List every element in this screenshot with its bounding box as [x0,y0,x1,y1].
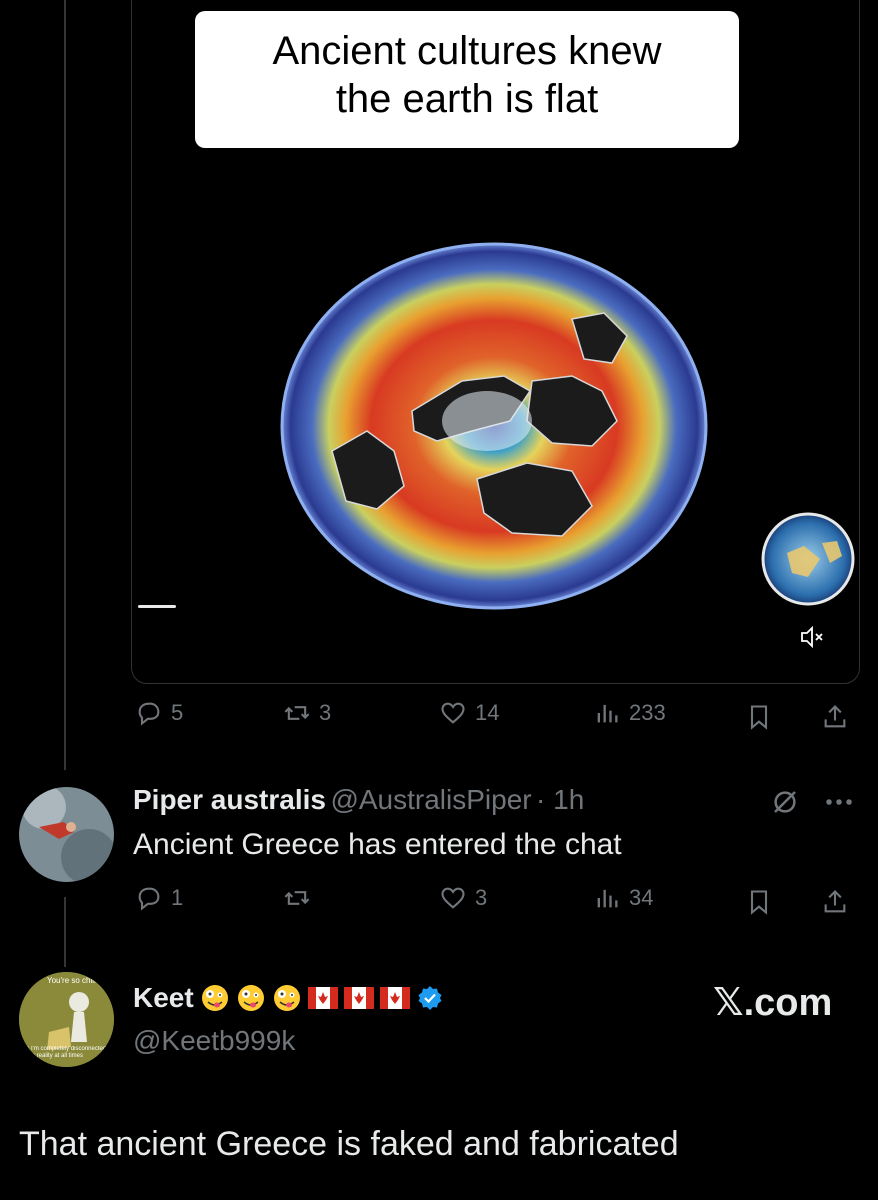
more-options-icon[interactable] [822,797,856,807]
canada-flag-icon [307,987,338,1009]
video-caption: Ancient cultures knew the earth is flat [195,11,739,148]
zany-face-emoji-icon [273,985,300,1011]
grok-icon[interactable] [770,787,800,817]
views-button[interactable]: 34 [593,884,653,912]
reply-button[interactable]: 1 [135,884,183,912]
zany-face-emoji-icon [201,985,228,1011]
reply-count: 5 [171,700,184,725]
canada-flag-icon [343,987,374,1009]
verified-badge-icon [418,986,442,1010]
reply-icon [138,702,160,726]
share-icon[interactable] [821,703,849,731]
reply-text: Ancient Greece has entered the chat [133,828,622,861]
retweet-icon [284,706,310,720]
reply-header: Piper australis @AustralisPiper · 1h [133,784,584,816]
brand-watermark: 𝕏.com [713,982,833,1024]
handle[interactable]: @AustralisPiper [330,784,531,815]
views-count: 34 [629,885,654,910]
like-count: 14 [475,700,500,725]
views-count: 233 [629,700,666,725]
avatar[interactable]: You're so chill as I'm completely discon… [19,972,114,1067]
canada-flag-icon [379,987,410,1009]
retweet-button[interactable]: 3 [283,699,331,727]
like-count: 3 [475,885,488,910]
retweet-button[interactable] [283,884,311,912]
zany-face-emoji-icon [237,985,264,1011]
mute-icon[interactable] [800,626,824,648]
reply-count: 1 [171,885,184,910]
avatar-caption: You're so chill [47,976,96,985]
video-progress-bar[interactable] [138,605,176,608]
heart-icon [441,702,465,724]
reply-text: That ancient Greece is faked and fabrica… [19,1125,679,1163]
views-button[interactable]: 233 [593,699,666,727]
reply-action-bar: 1 3 34 [131,884,858,920]
like-button[interactable]: 14 [439,699,499,727]
share-icon[interactable] [821,888,849,916]
handle[interactable]: @Keetb999k [133,1025,295,1057]
bookmark-icon[interactable] [745,703,773,731]
heart-icon [441,887,465,909]
like-button[interactable]: 3 [439,884,487,912]
retweet-icon [284,891,310,905]
reply-button[interactable]: 5 [135,699,183,727]
avatar[interactable] [19,787,114,882]
views-icon [597,704,618,723]
display-name[interactable]: Keet [133,982,194,1014]
timestamp[interactable]: · 1h [536,784,584,815]
retweet-count: 3 [319,700,332,725]
thread-line-middle [64,897,66,967]
display-name[interactable]: Piper australis [133,784,326,815]
tweet-action-bar: 5 3 14 233 [131,699,858,735]
bookmark-icon[interactable] [745,888,773,916]
reply-header: Keet [133,982,444,1014]
thread-line-top [64,0,66,770]
avatar-caption: as I'm completely disconnected from real… [23,1046,107,1059]
views-icon [597,889,618,908]
reply-icon [138,887,160,911]
